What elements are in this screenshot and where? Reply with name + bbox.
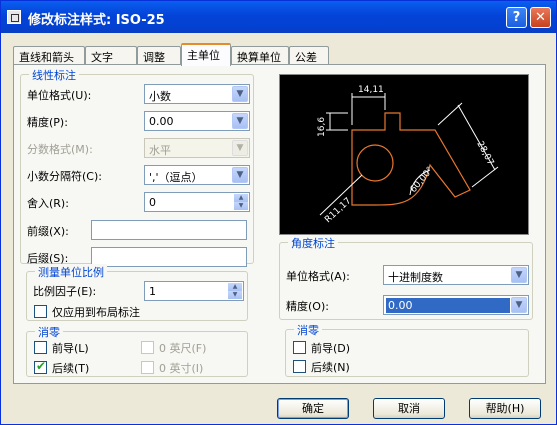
prefix-input[interactable] [91,220,247,240]
zero-suppression-linear-group: 消零 前导(L) ✔ 后续(T) 0 英尺(F) 0 英寸(I) [26,324,248,377]
zero-suppression-angular-title: 消零 [294,322,322,338]
linear-leading-label: 前导(L) [52,342,89,355]
chevron-down-icon[interactable]: ▼ [511,297,527,313]
scale-factor-input[interactable]: 1 ▲ ▼ [144,281,244,301]
linear-trailing-label: 后续(T) [52,362,90,375]
suffix-input[interactable] [91,247,247,267]
tab-alternate-units[interactable]: 换算单位 [231,46,289,65]
dimension-preview: 14,11 16,6 28,07 60,00° R11,17 [279,74,529,235]
title-bar[interactable]: 修改标注样式: ISO-25 ? ✕ [1,1,556,33]
chevron-down-icon[interactable]: ▼ [511,267,527,283]
angular-group-title: 角度标注 [288,235,338,251]
chevron-down-icon[interactable]: ▼ [232,113,248,129]
scale-group: 测量单位比例 比例因子(E): 1 ▲ ▼ 仅应用到布局标注 [26,264,248,321]
unit-format-label: 单位格式(U): [27,89,92,102]
linear-group-title: 线性标注 [29,67,79,83]
angular-unit-format-select[interactable]: 十进制度数 ▼ [383,265,529,285]
ok-button[interactable]: 确定 [277,398,349,419]
fraction-format-select[interactable]: 水平 ▼ [144,138,250,158]
decimal-separator-label: 小数分隔符(C): [27,170,102,183]
preview-drawing: 14,11 16,6 28,07 60,00° R11,17 [317,85,499,225]
angular-precision-label: 精度(O): [286,300,329,313]
angular-trailing-label: 后续(N) [311,361,350,374]
zero-feet-label: 0 英尺(F) [159,342,207,355]
spin-up-icon[interactable]: ▲ [234,194,248,202]
angular-group: 角度标注 单位格式(A): 十进制度数 ▼ 精度(O): 0.00 ▼ [279,235,533,320]
zero-feet-checkbox[interactable] [141,341,154,354]
dialog-window: 修改标注样式: ISO-25 ? ✕ 直线和箭头 文字 调整 主单位 换算单位 … [0,0,557,425]
scale-factor-value: 1 [149,285,156,298]
scale-factor-label: 比例因子(E): [33,285,97,298]
dim-angle-text: 60,00° [409,165,436,195]
tab-text[interactable]: 文字 [85,46,137,65]
unit-format-select[interactable]: 小数 ▼ [144,84,250,104]
angular-leading-checkbox[interactable] [293,341,306,354]
angular-unit-format-label: 单位格式(A): [286,270,350,283]
dim-top-text: 14,11 [358,85,384,95]
zero-suppression-angular-group: 消零 前导(D) 后续(N) [285,322,529,377]
chevron-down-icon[interactable]: ▼ [232,167,248,183]
angular-precision-value: 0.00 [386,298,510,313]
spin-up-icon[interactable]: ▲ [228,283,242,291]
zero-inches-label: 0 英寸(I) [159,362,204,375]
help-button[interactable]: 帮助(H) [469,398,541,419]
angular-trailing-checkbox[interactable] [293,360,306,373]
spin-down-icon[interactable]: ▼ [228,291,242,299]
scale-factor-spinner[interactable]: ▲ ▼ [228,283,242,299]
tab-lines-arrows[interactable]: 直线和箭头 [13,46,85,65]
fraction-format-label: 分数格式(M): [27,143,93,156]
dim-radius-text: R11,17 [323,196,353,225]
unit-format-value: 小数 [149,90,171,103]
tab-fit[interactable]: 调整 [137,46,181,65]
round-off-value: 0 [149,196,156,209]
precision-value: 0.00 [149,115,174,128]
precision-label: 精度(P): [27,116,68,129]
scale-group-title: 测量单位比例 [35,264,107,280]
linear-trailing-checkbox[interactable]: ✔ [34,359,47,374]
layout-only-checkbox[interactable] [34,305,47,318]
dim-right-text: 28,07 [474,140,495,167]
chevron-down-icon[interactable]: ▼ [232,86,248,102]
check-icon: ✔ [36,359,47,373]
app-icon [7,10,21,24]
zero-suppression-linear-title: 消零 [35,324,63,340]
cancel-button[interactable]: 取消 [373,398,445,419]
tab-primary-units[interactable]: 主单位 [181,43,231,66]
help-title-button[interactable]: ? [506,7,527,28]
close-button[interactable]: ✕ [530,7,551,28]
round-off-spinner[interactable]: ▲ ▼ [234,194,248,210]
prefix-label: 前缀(X): [27,225,69,238]
window-title: 修改标注样式: ISO-25 [28,13,165,28]
spin-down-icon[interactable]: ▼ [234,202,248,210]
decimal-separator-value: ','（逗点） [149,171,203,184]
angular-leading-label: 前导(D) [311,342,351,355]
linear-leading-checkbox[interactable] [34,341,47,354]
decimal-separator-select[interactable]: ','（逗点） ▼ [144,165,250,185]
tab-panel: 线性标注 单位格式(U): 小数 ▼ 精度(P): 0.00 ▼ 分数格式(M)… [13,64,546,384]
tab-tolerances[interactable]: 公差 [289,46,329,65]
round-off-label: 舍入(R): [27,197,69,210]
layout-only-label: 仅应用到布局标注 [52,306,140,319]
linear-group: 线性标注 单位格式(U): 小数 ▼ 精度(P): 0.00 ▼ 分数格式(M)… [20,67,254,267]
angular-precision-select[interactable]: 0.00 ▼ [383,295,529,315]
chevron-down-icon[interactable]: ▼ [232,140,248,156]
angular-unit-format-value: 十进制度数 [388,271,443,284]
fraction-format-value: 水平 [149,144,171,157]
dim-left-text: 16,6 [317,117,327,137]
zero-inches-checkbox[interactable] [141,361,154,374]
round-off-input[interactable]: 0 ▲ ▼ [144,192,250,212]
precision-select[interactable]: 0.00 ▼ [144,111,250,131]
